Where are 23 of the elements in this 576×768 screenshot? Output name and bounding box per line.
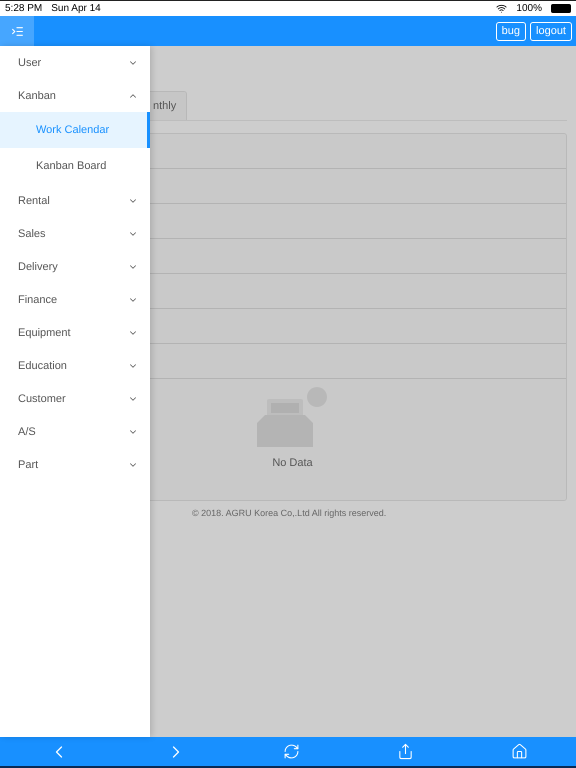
menu-item[interactable]: A/S xyxy=(0,415,150,448)
menu-item[interactable]: Education xyxy=(0,349,150,382)
menu-item[interactable]: Finance xyxy=(0,283,150,316)
menu-button[interactable] xyxy=(0,16,34,46)
menu-item[interactable]: Rental xyxy=(0,184,150,217)
status-date: Sun Apr 14 xyxy=(51,3,101,14)
menu-item[interactable]: Customer xyxy=(0,382,150,415)
menu-item[interactable]: Delivery xyxy=(0,250,150,283)
menu-item[interactable]: Sales xyxy=(0,217,150,250)
home-icon[interactable] xyxy=(510,743,528,760)
refresh-icon[interactable] xyxy=(282,743,300,760)
share-icon[interactable] xyxy=(396,743,414,760)
menu-item[interactable]: Equipment xyxy=(0,316,150,349)
menu-item[interactable]: User xyxy=(0,46,150,79)
battery-percent: 100% xyxy=(516,3,542,14)
submenu-item[interactable]: Kanban Board xyxy=(0,148,150,184)
menu-icon xyxy=(10,24,24,38)
copyright-text: © 2018. AGRU Korea Co,.Ltd All rights reserved. xyxy=(191,507,388,518)
empty-text: No Data xyxy=(272,457,313,469)
battery-icon xyxy=(551,4,571,13)
menu-item[interactable]: Part xyxy=(0,448,150,481)
wifi-icon xyxy=(496,3,508,14)
status-time: 5:28 PM xyxy=(5,3,42,14)
